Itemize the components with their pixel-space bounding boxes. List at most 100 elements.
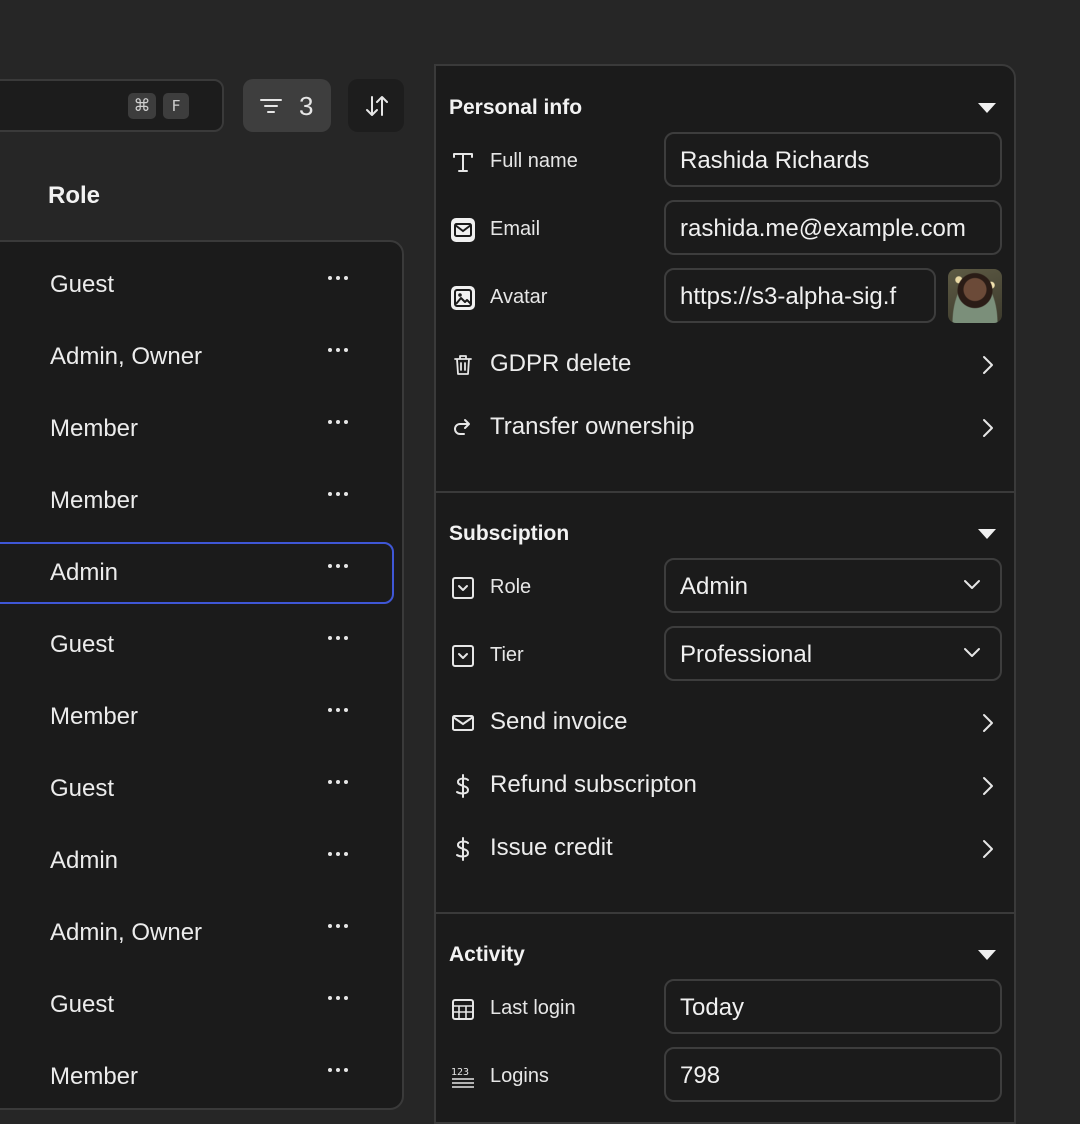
filter-count-badge: 3 [299,91,314,121]
logins-field[interactable]: 798 [664,1047,1002,1102]
number-icon: 123 [451,1067,474,1088]
row-role-text: Guest [50,775,115,802]
more-options-icon[interactable] [320,984,356,1012]
role-label: Role [490,576,532,598]
dollar-icon [456,837,470,861]
shortcut-f-key: F [163,93,189,119]
tier-label: Tier [490,644,524,666]
mail-icon [451,218,475,242]
table-row[interactable]: Member [0,1046,394,1108]
role-select[interactable]: Admin [664,558,1002,613]
table-row[interactable]: Admin, Owner [0,902,394,964]
avatar-thumbnail[interactable] [948,269,1002,323]
table-row[interactable]: Guest [0,614,394,676]
table-row[interactable]: Member [0,470,394,532]
logins-label: Logins [490,1065,549,1087]
row-role-text: Admin, Owner [50,343,203,370]
sort-arrows-icon [366,96,388,116]
collapse-caret-icon[interactable] [978,103,996,113]
row-role-text: Admin [50,559,119,586]
transfer-ownership-label: Transfer ownership [490,413,695,440]
row-role-text: Guest [50,991,115,1018]
more-options-icon[interactable] [320,768,356,796]
table-row[interactable]: Guest [0,254,394,316]
more-options-icon[interactable] [320,264,356,292]
filter-button[interactable]: 3 [243,79,331,132]
svg-text:123: 123 [451,1067,469,1078]
column-header-role[interactable]: Role [48,182,100,210]
more-options-icon[interactable] [320,408,356,436]
more-options-icon[interactable] [320,840,356,868]
section-divider [436,912,1014,914]
select-field-icon [452,577,474,599]
chevron-right-icon [983,777,993,795]
shortcut-command-key: ⌘ [128,93,156,119]
transfer-ownership-action[interactable]: Transfer ownership [436,404,1014,452]
filter-icon [260,99,282,113]
more-options-icon[interactable] [320,912,356,940]
row-role-text: Admin, Owner [50,919,203,946]
refund-subscription-action[interactable]: Refund subscripton [436,762,1014,810]
collapse-caret-icon[interactable] [978,950,996,960]
last-login-value: Today [680,994,745,1021]
row-role-text: Member [50,415,139,442]
row-role-text: Guest [50,631,115,658]
issue-credit-label: Issue credit [490,834,613,861]
last-login-label: Last login [490,997,576,1019]
table-row[interactable]: Member [0,686,394,748]
more-options-icon[interactable] [320,480,356,508]
chevron-down-icon [964,580,980,589]
gdpr-delete-action[interactable]: GDPR delete [436,341,1014,389]
avatar-url-value: https://s3-alpha-sig.f [680,283,897,310]
full-name-label: Full name [490,150,578,172]
avatar-url-field[interactable]: https://s3-alpha-sig.f [664,268,936,323]
section-title-activity[interactable]: Activity [449,943,525,967]
gdpr-delete-label: GDPR delete [490,350,632,377]
table-row[interactable]: Admin [0,830,394,892]
calendar-icon [452,999,474,1020]
select-field-icon [452,645,474,667]
section-title-personal-info[interactable]: Personal info [449,96,582,120]
chevron-right-icon [983,840,993,858]
envelope-icon [452,715,474,731]
row-role-text: Admin [50,847,119,874]
avatar-label: Avatar [490,286,548,308]
row-role-text: Member [50,1063,139,1090]
table-row[interactable]: Member [0,398,394,460]
members-table: Guest Admin, Owner Member Member Admin Guest M… [0,240,404,1110]
collapse-caret-icon[interactable] [978,529,996,539]
search-input[interactable]: ⌘ F [0,79,224,132]
last-login-field[interactable]: Today [664,979,1002,1034]
row-role-text: Member [50,703,139,730]
tier-select-value: Professional [680,641,813,668]
section-divider [436,491,1014,493]
detail-panel: Personal info Full name Rashida Richards… [434,64,1016,1124]
chevron-right-icon [983,356,993,374]
more-options-icon[interactable] [320,552,356,580]
row-role-text: Member [50,487,139,514]
issue-credit-action[interactable]: Issue credit [436,825,1014,873]
sort-button[interactable] [348,79,404,132]
more-options-icon[interactable] [320,336,356,364]
email-field[interactable]: rashida.me@example.com [664,200,1002,255]
table-row[interactable]: Guest [0,974,394,1036]
email-value: rashida.me@example.com [680,215,966,242]
tier-select[interactable]: Professional [664,626,1002,681]
row-role-text: Guest [50,271,115,298]
section-title-subscription[interactable]: Subsciption [449,522,569,546]
logins-value: 798 [680,1062,721,1089]
email-label: Email [490,218,541,240]
trash-icon [454,355,472,375]
full-name-value: Rashida Richards [680,147,870,174]
send-invoice-action[interactable]: Send invoice [436,699,1014,747]
table-row[interactable]: Guest [0,758,394,820]
redo-arrow-icon [454,419,470,435]
more-options-icon[interactable] [320,624,356,652]
full-name-field[interactable]: Rashida Richards [664,132,1002,187]
table-row[interactable]: Admin [0,542,394,604]
send-invoice-label: Send invoice [490,708,628,735]
chevron-right-icon [983,714,993,732]
table-row[interactable]: Admin, Owner [0,326,394,388]
dollar-icon [456,774,470,798]
more-options-icon[interactable] [320,696,356,724]
